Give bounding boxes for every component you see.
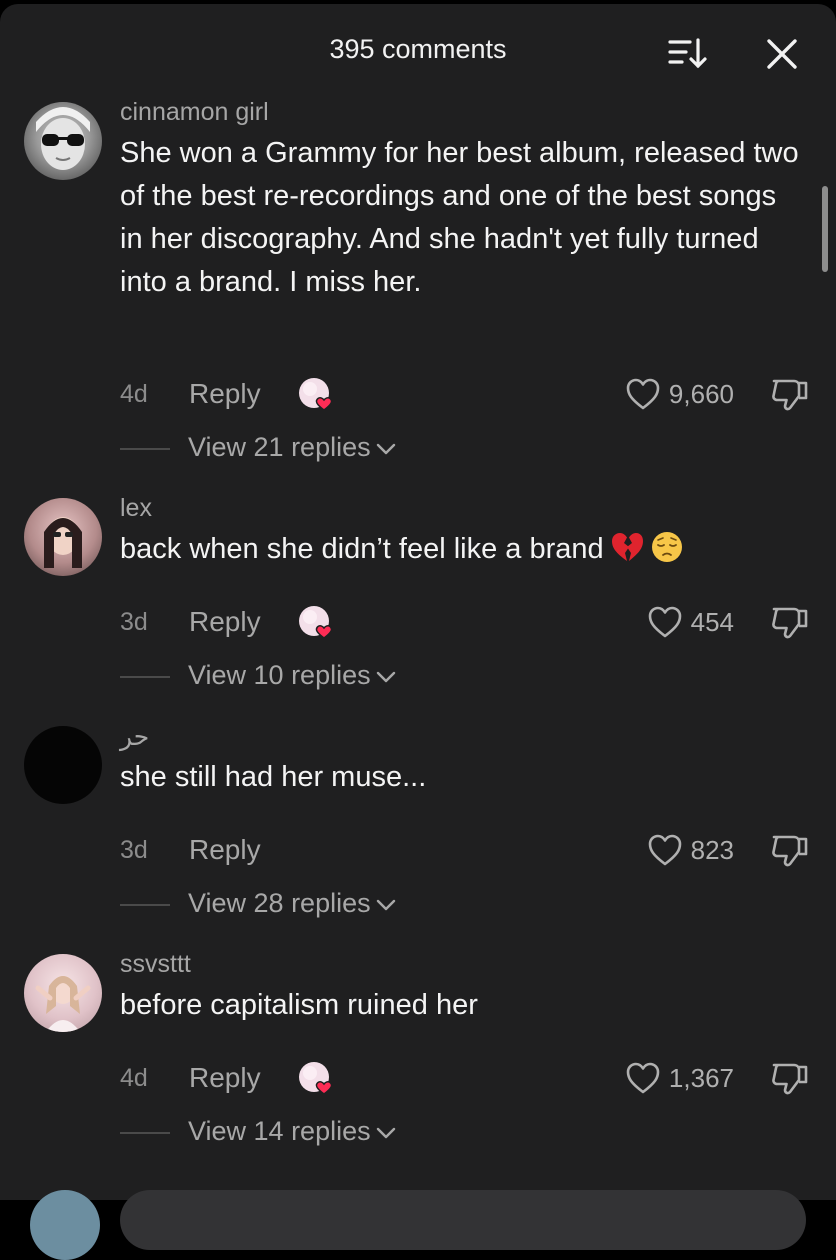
like-count: 823 — [690, 834, 734, 865]
broken-heart-icon — [611, 533, 643, 561]
close-button[interactable] — [758, 30, 806, 78]
comment-actions: 3d Reply 823 — [120, 830, 810, 870]
comment-username[interactable]: حر — [120, 722, 149, 752]
like-button[interactable]: 1,367 — [625, 1058, 734, 1098]
comment-username[interactable]: lex — [120, 494, 152, 523]
add-comment-input[interactable] — [120, 1190, 806, 1250]
comment-age: 4d — [120, 1064, 148, 1092]
dislike-icon[interactable] — [770, 832, 810, 870]
avatar[interactable] — [24, 726, 102, 804]
comment-actions: 4d Reply 1,367 — [120, 1058, 810, 1098]
view-replies-label: View 28 replies — [188, 888, 397, 919]
view-replies-button[interactable]: View 14 replies — [120, 1114, 520, 1150]
view-replies-button[interactable]: View 28 replies — [120, 886, 520, 922]
replies-divider — [120, 904, 170, 906]
replies-divider — [120, 676, 170, 678]
view-replies-text: View 10 replies — [188, 660, 371, 690]
comments-sheet: 395 comments cinnamon girl She won a Gra… — [0, 4, 836, 1260]
chevron-down-icon — [376, 899, 395, 911]
sort-button[interactable] — [664, 32, 712, 76]
creator-liked-icon — [299, 378, 333, 411]
like-count: 1,367 — [668, 1062, 734, 1093]
comment-text: she still had her muse... — [120, 761, 427, 793]
current-user-avatar[interactable] — [30, 1190, 100, 1260]
pensive-face-icon — [651, 532, 682, 562]
close-icon — [767, 39, 797, 69]
heart-outline-icon — [648, 834, 681, 866]
comment-username[interactable]: cinnamon girl — [120, 98, 269, 127]
dislike-icon[interactable] — [770, 376, 810, 414]
comment-age: 3d — [120, 836, 148, 864]
view-replies-text: View 28 replies — [188, 888, 371, 918]
creator-liked-icon — [299, 1062, 333, 1095]
comment-age: 4d — [120, 380, 148, 408]
comments-header: 395 comments — [0, 4, 836, 100]
reply-button[interactable]: Reply — [189, 606, 261, 638]
reply-button[interactable]: Reply — [189, 1062, 261, 1094]
like-count: 9,660 — [668, 378, 734, 409]
comment-text: She won a Grammy for her best album, rel… — [120, 137, 799, 298]
comment-text: before capitalism ruined her — [120, 989, 478, 1021]
avatar[interactable] — [24, 954, 102, 1032]
view-replies-text: View 21 replies — [188, 432, 371, 462]
comment-actions: 3d Reply 454 — [120, 602, 810, 642]
heart-outline-icon — [648, 606, 681, 638]
like-button[interactable]: 9,660 — [625, 374, 734, 414]
avatar[interactable] — [24, 102, 102, 180]
view-replies-label: View 10 replies — [188, 660, 397, 691]
sort-icon — [668, 38, 707, 69]
scrollbar[interactable] — [822, 186, 828, 272]
view-replies-label: View 14 replies — [188, 1116, 397, 1147]
view-replies-button[interactable]: View 21 replies — [120, 430, 520, 466]
view-replies-text: View 14 replies — [188, 1116, 371, 1146]
chevron-down-icon — [376, 443, 395, 455]
chevron-down-icon — [376, 671, 395, 683]
view-replies-button[interactable]: View 10 replies — [120, 658, 520, 694]
creator-liked-icon — [299, 606, 333, 639]
reply-button[interactable]: Reply — [189, 834, 261, 866]
like-button[interactable]: 823 — [647, 830, 734, 870]
like-count: 454 — [690, 606, 734, 637]
avatar-image — [36, 107, 90, 170]
comment-text-content: back when she didn’t feel like a brand — [120, 533, 604, 565]
view-replies-label: View 21 replies — [188, 432, 397, 463]
comment-age: 3d — [120, 608, 148, 636]
avatar[interactable] — [24, 498, 102, 576]
reply-button[interactable]: Reply — [189, 378, 261, 410]
comment-text: back when she didn’t feel like a brand💔😔 — [120, 528, 800, 577]
chevron-down-icon — [376, 1127, 395, 1139]
comment-actions: 4d Reply 9,660 — [120, 374, 810, 414]
comment-username[interactable]: ssvsttt — [120, 950, 191, 979]
dislike-icon[interactable] — [770, 1060, 810, 1098]
avatar-image — [35, 976, 91, 1032]
heart-outline-icon — [626, 378, 660, 410]
avatar-image — [44, 517, 82, 568]
replies-divider — [120, 1132, 170, 1134]
dislike-icon[interactable] — [770, 604, 810, 642]
replies-divider — [120, 448, 170, 450]
like-button[interactable]: 454 — [647, 602, 734, 642]
heart-outline-icon — [626, 1062, 660, 1094]
